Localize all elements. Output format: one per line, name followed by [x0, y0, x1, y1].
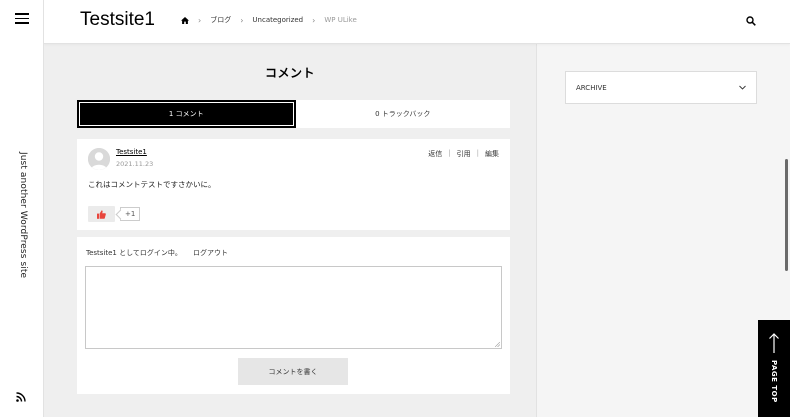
page-top-label: PAGE TOP [770, 360, 778, 403]
tab-comments[interactable]: 1 コメント [77, 100, 296, 128]
main-content: コメント 1 コメント 0 トラックバック Testsite1 2021.11.… [44, 44, 536, 417]
arrow-up-icon [769, 333, 779, 353]
comment-form: Testsite1 としてログイン中。 ログアウト コメントを書く [77, 237, 510, 394]
like-button[interactable] [88, 206, 115, 222]
site-logo[interactable]: Testsite1 [80, 9, 155, 31]
site-tagline: Just another WordPress site [18, 152, 28, 279]
sidebar: ARCHIVE [537, 44, 790, 417]
divider: | [448, 149, 451, 157]
page-top-button[interactable]: PAGE TOP [758, 320, 790, 417]
like-count: +1 [120, 207, 141, 221]
breadcrumb-item-uncategorized[interactable]: Uncategorized [252, 16, 303, 24]
comment-author-link[interactable]: Testsite1 [116, 148, 147, 156]
rss-icon[interactable] [16, 392, 26, 402]
quote-link[interactable]: 引用 [457, 149, 471, 159]
home-icon[interactable] [181, 16, 189, 24]
comment-text: これはコメントテストですさかいに。 [88, 180, 216, 189]
comment-actions: 返信 | 引用 | 編集 [428, 149, 499, 159]
divider: | [476, 149, 479, 157]
chevron-right-icon: › [312, 15, 316, 25]
site-header: Testsite1 › ブログ › Uncategorized › WP ULi… [44, 0, 790, 44]
breadcrumb-item-blog[interactable]: ブログ [210, 15, 231, 25]
reply-link[interactable]: 返信 [428, 149, 442, 159]
archive-dropdown[interactable]: ARCHIVE [565, 71, 757, 104]
menu-icon[interactable] [15, 13, 29, 24]
edit-link[interactable]: 編集 [485, 149, 499, 159]
comment-tabs: 1 コメント 0 トラックバック [77, 100, 510, 128]
comment-textarea[interactable] [85, 266, 502, 349]
thumbs-up-icon [97, 209, 106, 219]
resize-handle-icon[interactable] [495, 342, 500, 347]
left-rail: Just another WordPress site [0, 0, 44, 417]
comments-heading: コメント [264, 66, 315, 80]
chevron-right-icon: › [240, 15, 244, 25]
avatar [88, 148, 110, 170]
comment-date: 2021.11.23 [116, 160, 154, 168]
breadcrumb: › ブログ › Uncategorized › WP ULike [181, 15, 357, 25]
logout-link[interactable]: ログアウト [193, 248, 228, 258]
scrollbar-thumb[interactable] [785, 159, 788, 271]
tab-trackbacks[interactable]: 0 トラックバック [295, 100, 510, 128]
comment-item: Testsite1 2021.11.23 返信 | 引用 | 編集 これはコメン… [77, 139, 510, 230]
submit-comment-button[interactable]: コメントを書く [238, 358, 348, 385]
chevron-down-icon [739, 85, 746, 90]
breadcrumb-current: WP ULike [324, 16, 357, 24]
archive-label: ARCHIVE [576, 83, 607, 92]
chevron-right-icon: › [198, 15, 202, 25]
search-icon[interactable] [746, 16, 756, 26]
login-status-text: Testsite1 としてログイン中。 [86, 249, 182, 257]
